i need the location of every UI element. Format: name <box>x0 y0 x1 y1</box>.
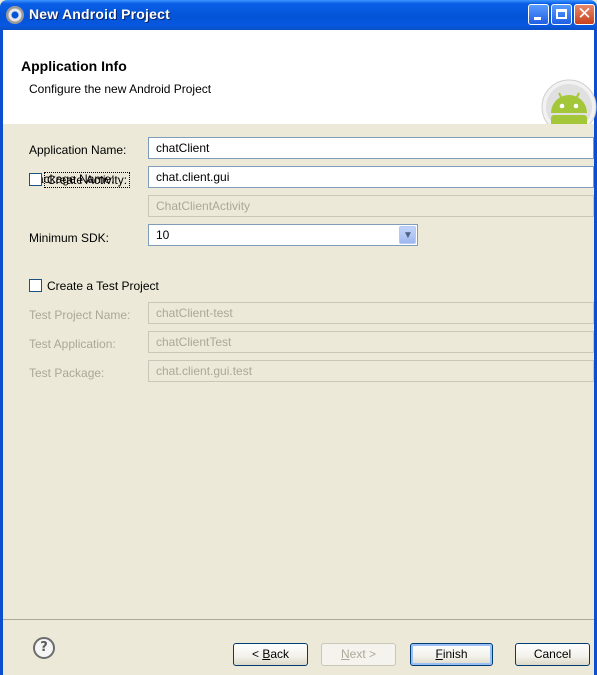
back-button[interactable]: < Back <box>233 643 308 666</box>
create-activity-label[interactable]: Create Activity: <box>44 172 131 188</box>
package-name-field[interactable]: chat.client.gui <box>148 166 594 188</box>
finish-mnemonic: F <box>435 647 443 661</box>
new-android-project-dialog: New Android Project ✕ Application Info C… <box>0 0 597 675</box>
page-title: Application Info <box>21 58 127 74</box>
app-name-field[interactable]: chatClient <box>148 137 594 159</box>
create-test-project-checkbox[interactable] <box>29 279 42 292</box>
test-package-field: chat.client.gui.test <box>148 360 594 382</box>
test-package-label: Test Package: <box>29 366 105 380</box>
close-button[interactable]: ✕ <box>574 4 595 25</box>
chevron-down-icon: ▼ <box>403 230 413 241</box>
wizard-banner: Application Info Configure the new Andro… <box>3 30 597 135</box>
help-icon[interactable]: ? <box>33 637 55 659</box>
maximize-icon <box>556 9 567 19</box>
create-test-project-label[interactable]: Create a Test Project <box>47 279 159 293</box>
min-sdk-label: Minimum SDK: <box>29 231 110 245</box>
button-bar: ? < Back Next > Finish Cancel <box>3 619 594 672</box>
test-application-label: Test Application: <box>29 337 116 351</box>
min-sdk-value: 10 <box>156 228 170 242</box>
next-button[interactable]: Next > <box>321 643 396 666</box>
next-label: ext > <box>349 647 377 661</box>
create-activity-checkbox[interactable] <box>29 173 42 186</box>
eclipse-icon <box>6 6 24 24</box>
title-bar[interactable]: New Android Project ✕ <box>0 0 597 30</box>
window-title: New Android Project <box>29 6 170 22</box>
form-area: Application Name: chatClient Package Nam… <box>3 124 594 619</box>
next-mnemonic: N <box>340 647 350 661</box>
minimize-button[interactable] <box>528 4 549 25</box>
minimize-icon <box>534 17 541 20</box>
cancel-button[interactable]: Cancel <box>515 643 590 666</box>
min-sdk-dropdown-button[interactable]: ▼ <box>399 226 416 244</box>
test-project-name-field: chatClient-test <box>148 302 594 324</box>
app-name-label: Application Name: <box>29 143 127 157</box>
finish-label: inish <box>442 647 468 661</box>
finish-button[interactable]: Finish <box>410 643 493 666</box>
test-application-field: chatClientTest <box>148 331 594 353</box>
page-subtitle: Configure the new Android Project <box>29 82 212 96</box>
back-prefix: < <box>251 647 263 661</box>
test-project-name-label: Test Project Name: <box>29 308 131 322</box>
maximize-button[interactable] <box>551 4 572 25</box>
activity-name-field: ChatClientActivity <box>148 195 594 217</box>
back-label: ack <box>270 647 290 661</box>
min-sdk-select[interactable]: 10 ▼ <box>148 224 418 246</box>
close-icon: ✕ <box>577 4 592 24</box>
